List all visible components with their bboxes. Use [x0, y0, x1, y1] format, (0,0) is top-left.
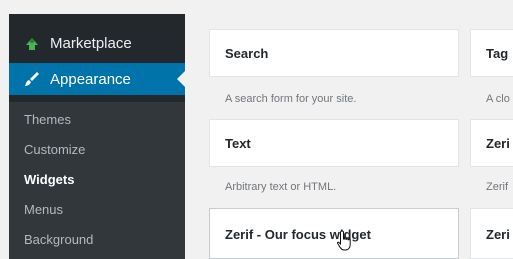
submenu-item-customize[interactable]: Customize [24, 142, 85, 157]
widget-tag-cloud[interactable]: Tag [470, 29, 513, 77]
wordpress-widgets-screen: Marketplace Appearance Themes Customize … [0, 0, 513, 259]
submenu-item-menus[interactable]: Menus [24, 202, 63, 217]
widget-zerif-second[interactable]: Zeri [470, 119, 513, 167]
widget-title: Zeri [486, 227, 510, 242]
widget-description: Arbitrary text or HTML. [225, 181, 337, 193]
widget-description: A search form for your site. [225, 93, 357, 105]
menu-item-marketplace-label: Marketplace [50, 34, 132, 52]
widget-zerif-our-focus[interactable]: Zerif - Our focus widget [209, 208, 459, 259]
widget-title: Zeri [486, 136, 510, 151]
widget-title: Tag [486, 46, 509, 61]
widget-zerif-third[interactable]: Zeri [470, 208, 513, 259]
appearance-submenu: Themes Customize Widgets Menus Backgroun… [9, 102, 185, 259]
widget-description: A clo [486, 93, 510, 105]
hand-pointer-icon [336, 230, 351, 251]
widget-title: Text [225, 136, 251, 151]
widget-description: Zerif [486, 181, 508, 193]
submenu-item-widgets[interactable]: Widgets [24, 172, 74, 187]
paintbrush-icon [25, 72, 39, 86]
submenu-item-background[interactable]: Background [24, 232, 93, 247]
menu-item-appearance[interactable]: Appearance [9, 63, 185, 95]
admin-sidebar: Marketplace Appearance Themes Customize … [9, 14, 185, 259]
widget-text[interactable]: Text [209, 119, 459, 167]
submenu-item-themes[interactable]: Themes [24, 112, 71, 127]
menu-item-marketplace[interactable]: Marketplace [9, 27, 185, 59]
marketplace-icon [26, 38, 38, 50]
widget-title: Search [225, 46, 269, 61]
menu-item-appearance-label: Appearance [50, 70, 131, 88]
widget-search[interactable]: Search [209, 29, 459, 77]
